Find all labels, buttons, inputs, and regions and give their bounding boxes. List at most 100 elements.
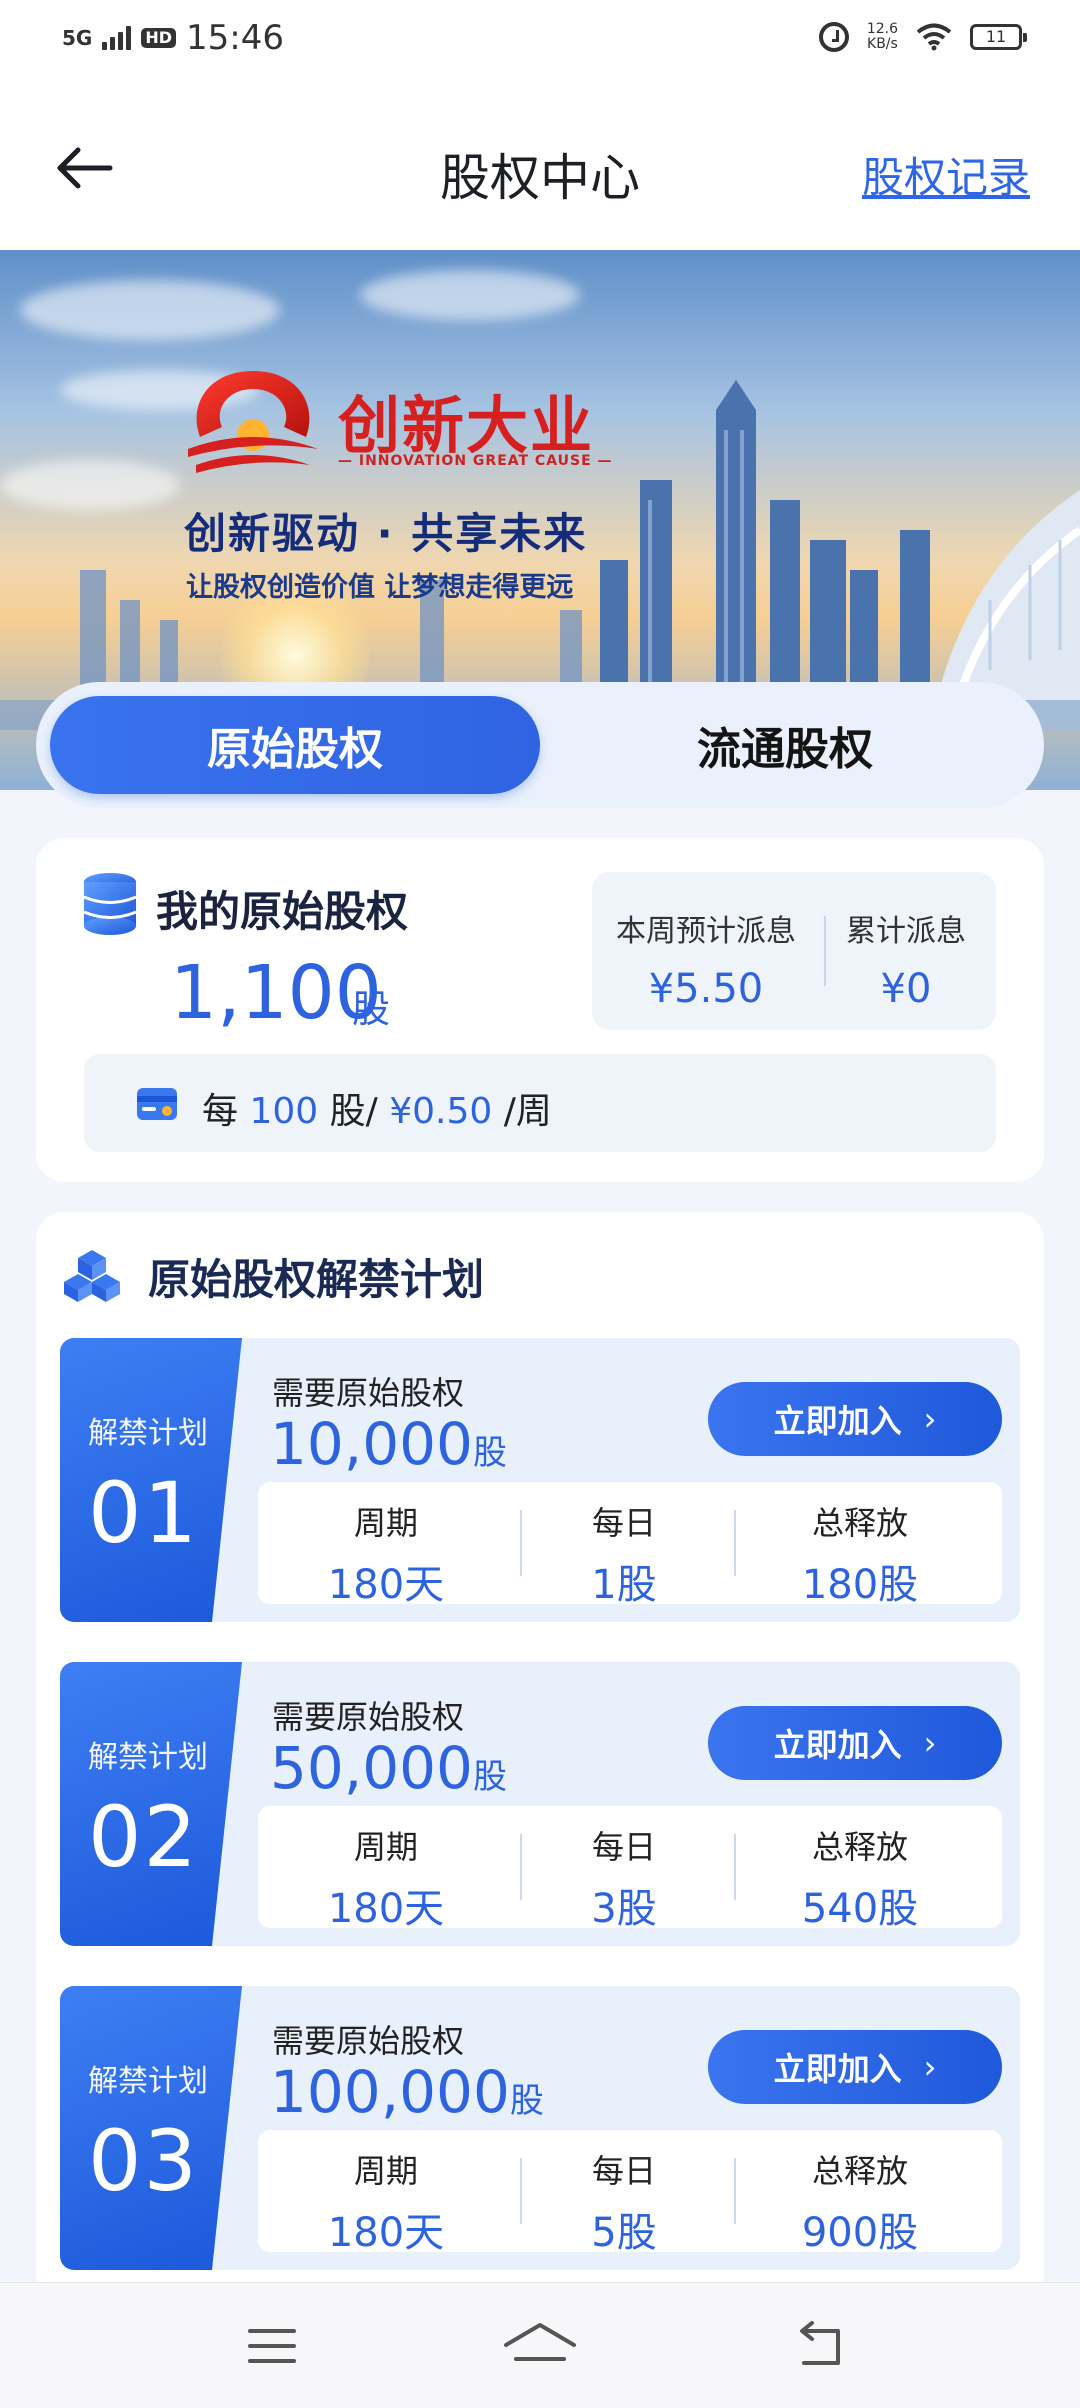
equity-type-tabs: 原始股权 流通股权: [36, 682, 1044, 808]
total-release-label: 总释放: [811, 1828, 908, 1866]
plan-badge: 解禁计划 03: [60, 1986, 242, 2270]
daily-value: 5股: [591, 2210, 657, 2256]
rate-prefix: 每: [202, 1091, 239, 1132]
divider: [734, 1510, 736, 1576]
my-equity-title: 我的原始股权: [156, 887, 409, 936]
speed-unit: KB/s: [867, 36, 898, 52]
total-release-label: 总释放: [811, 2152, 908, 2190]
unlock-plan-item: 解禁计划 01 需要原始股权 10,000股 立即加入 › 周期 180天 每日…: [60, 1338, 1020, 1622]
plan-badge-label: 解禁计划: [88, 1740, 208, 1775]
total-release-value: 900股: [801, 2210, 919, 2256]
status-left: 5G HD 15:46: [62, 18, 284, 58]
plan-total-release: 总释放 540股: [750, 1822, 970, 1934]
menu-icon[interactable]: [242, 2319, 302, 2373]
dividend-summary: 本周预计派息 ¥5.50 累计派息 ¥0: [592, 872, 996, 1030]
plan-period: 周期 180天: [276, 2146, 496, 2258]
plan-badge-label: 解禁计划: [88, 2064, 208, 2099]
required-equity-unit: 股: [472, 1433, 507, 1473]
required-equity-label: 需要原始股权: [272, 1374, 465, 1412]
plan-total-release: 总释放 180股: [750, 1498, 970, 1610]
database-icon: [83, 873, 137, 935]
weekly-dividend-label: 本周预计派息: [616, 914, 796, 949]
signal-icon: [102, 26, 132, 50]
daily-label: 每日: [591, 1828, 656, 1866]
required-equity-unit: 股: [509, 2081, 544, 2121]
plan-period: 周期 180天: [276, 1498, 496, 1610]
plan-number: 01: [88, 1464, 199, 1562]
brand-emblem-icon: [188, 371, 318, 473]
unlock-plan-item: 解禁计划 03 需要原始股权 100,000股 立即加入 › 周期 180天 每…: [60, 1986, 1020, 2270]
rate-shares: 100: [249, 1091, 319, 1132]
banner-subslogan: 让股权创造价值 让梦想走得更远: [186, 572, 574, 603]
dividend-rate-text: 每 100 股/ ¥0.50 /周: [202, 1082, 552, 1134]
my-equity-card: 我的原始股权 1,100 股 本周预计派息 ¥5.50 累计派息 ¥0 每 10…: [36, 838, 1044, 1182]
required-equity-unit: 股: [472, 1757, 507, 1797]
plan-badge: 解禁计划 02: [60, 1662, 242, 1946]
chevron-right-icon: ›: [923, 1400, 937, 1438]
period-value: 180天: [327, 1562, 445, 1608]
total-release-value: 540股: [801, 1886, 919, 1932]
total-dividend-value: ¥0: [880, 966, 932, 1012]
tab-original-equity[interactable]: 原始股权: [50, 696, 540, 794]
daily-label: 每日: [591, 1504, 656, 1542]
required-equity-label: 需要原始股权: [272, 2022, 465, 2060]
app-header: 股权中心 股权记录: [0, 86, 1080, 250]
divider: [734, 2158, 736, 2224]
plan-daily: 每日 1股: [514, 1498, 734, 1610]
required-equity-amount: 50,000: [270, 1734, 473, 1802]
period-label: 周期: [353, 1504, 418, 1542]
home-icon[interactable]: [500, 2319, 580, 2373]
period-label: 周期: [353, 1828, 418, 1866]
required-equity-amount: 100,000: [270, 2058, 510, 2126]
back-icon[interactable]: [790, 2319, 850, 2373]
divider: [734, 1834, 736, 1900]
clock: 15:46: [186, 18, 284, 58]
join-button-label: 立即加入: [773, 1726, 902, 1764]
plan-period: 周期 180天: [276, 1822, 496, 1934]
plan-stats: 周期 180天 每日 5股 总释放 900股: [258, 2130, 1002, 2256]
join-now-button[interactable]: 立即加入 ›: [708, 2030, 1002, 2104]
plan-stats: 周期 180天 每日 1股 总释放 180股: [258, 1482, 1002, 1608]
network-speed: 12.6 KB/s: [867, 22, 898, 52]
banner-slogan: 创新驱动 · 共享未来: [184, 509, 588, 558]
status-bar: 5G HD 15:46 12.6 KB/s 11: [0, 0, 1080, 86]
system-navigation-bar: [0, 2282, 1080, 2408]
daily-value: 1股: [591, 1562, 657, 1608]
equity-records-link[interactable]: 股权记录: [862, 144, 1030, 205]
daily-label: 每日: [591, 2152, 656, 2190]
tab-circulating-equity[interactable]: 流通股权: [540, 696, 1030, 794]
join-now-button[interactable]: 立即加入 ›: [708, 1706, 1002, 1780]
period-label: 周期: [353, 2152, 418, 2190]
wallet-card-icon: [137, 1088, 177, 1120]
my-equity-amount: 1,100: [170, 950, 382, 1036]
chevron-right-icon: ›: [923, 2048, 937, 2086]
join-now-button[interactable]: 立即加入 ›: [708, 1382, 1002, 1456]
my-equity-unit: 股: [352, 987, 391, 1031]
plan-stats: 周期 180天 每日 3股 总释放 540股: [258, 1806, 1002, 1932]
unlock-plan-card: 原始股权解禁计划 解禁计划 01 需要原始股权 10,000股 立即加入 › 周…: [36, 1212, 1044, 2292]
brand-name: 创新大业: [338, 389, 595, 462]
required-equity-value: 100,000股: [270, 2058, 544, 2126]
alarm-icon: [818, 22, 849, 52]
plan-number: 03: [88, 2112, 199, 2210]
total-dividend-label: 累计派息: [846, 914, 966, 949]
join-button-label: 立即加入: [773, 2050, 902, 2088]
period-value: 180天: [327, 2210, 445, 2256]
weekly-dividend: 本周预计派息 ¥5.50: [606, 906, 806, 1012]
plan-total-release: 总释放 900股: [750, 2146, 970, 2258]
weekly-dividend-value: ¥5.50: [648, 966, 764, 1012]
required-equity-label: 需要原始股权: [272, 1698, 465, 1736]
plan-badge-label: 解禁计划: [88, 1416, 208, 1451]
chevron-right-icon: ›: [923, 1724, 937, 1762]
required-equity-value: 10,000股: [270, 1410, 507, 1478]
speed-value: 12.6: [866, 21, 898, 37]
battery-icon: 11: [970, 24, 1027, 50]
wifi-icon: [916, 23, 952, 51]
status-right: 12.6 KB/s 11: [818, 22, 1027, 52]
plan-number: 02: [88, 1788, 199, 1886]
dividend-rate-bar: 每 100 股/ ¥0.50 /周: [84, 1054, 996, 1152]
total-dividend: 累计派息 ¥0: [826, 906, 986, 1012]
unlock-plan-item: 解禁计划 02 需要原始股权 50,000股 立即加入 › 周期 180天 每日…: [60, 1662, 1020, 1946]
network-type: 5G: [62, 26, 93, 50]
required-equity-value: 50,000股: [270, 1734, 507, 1802]
